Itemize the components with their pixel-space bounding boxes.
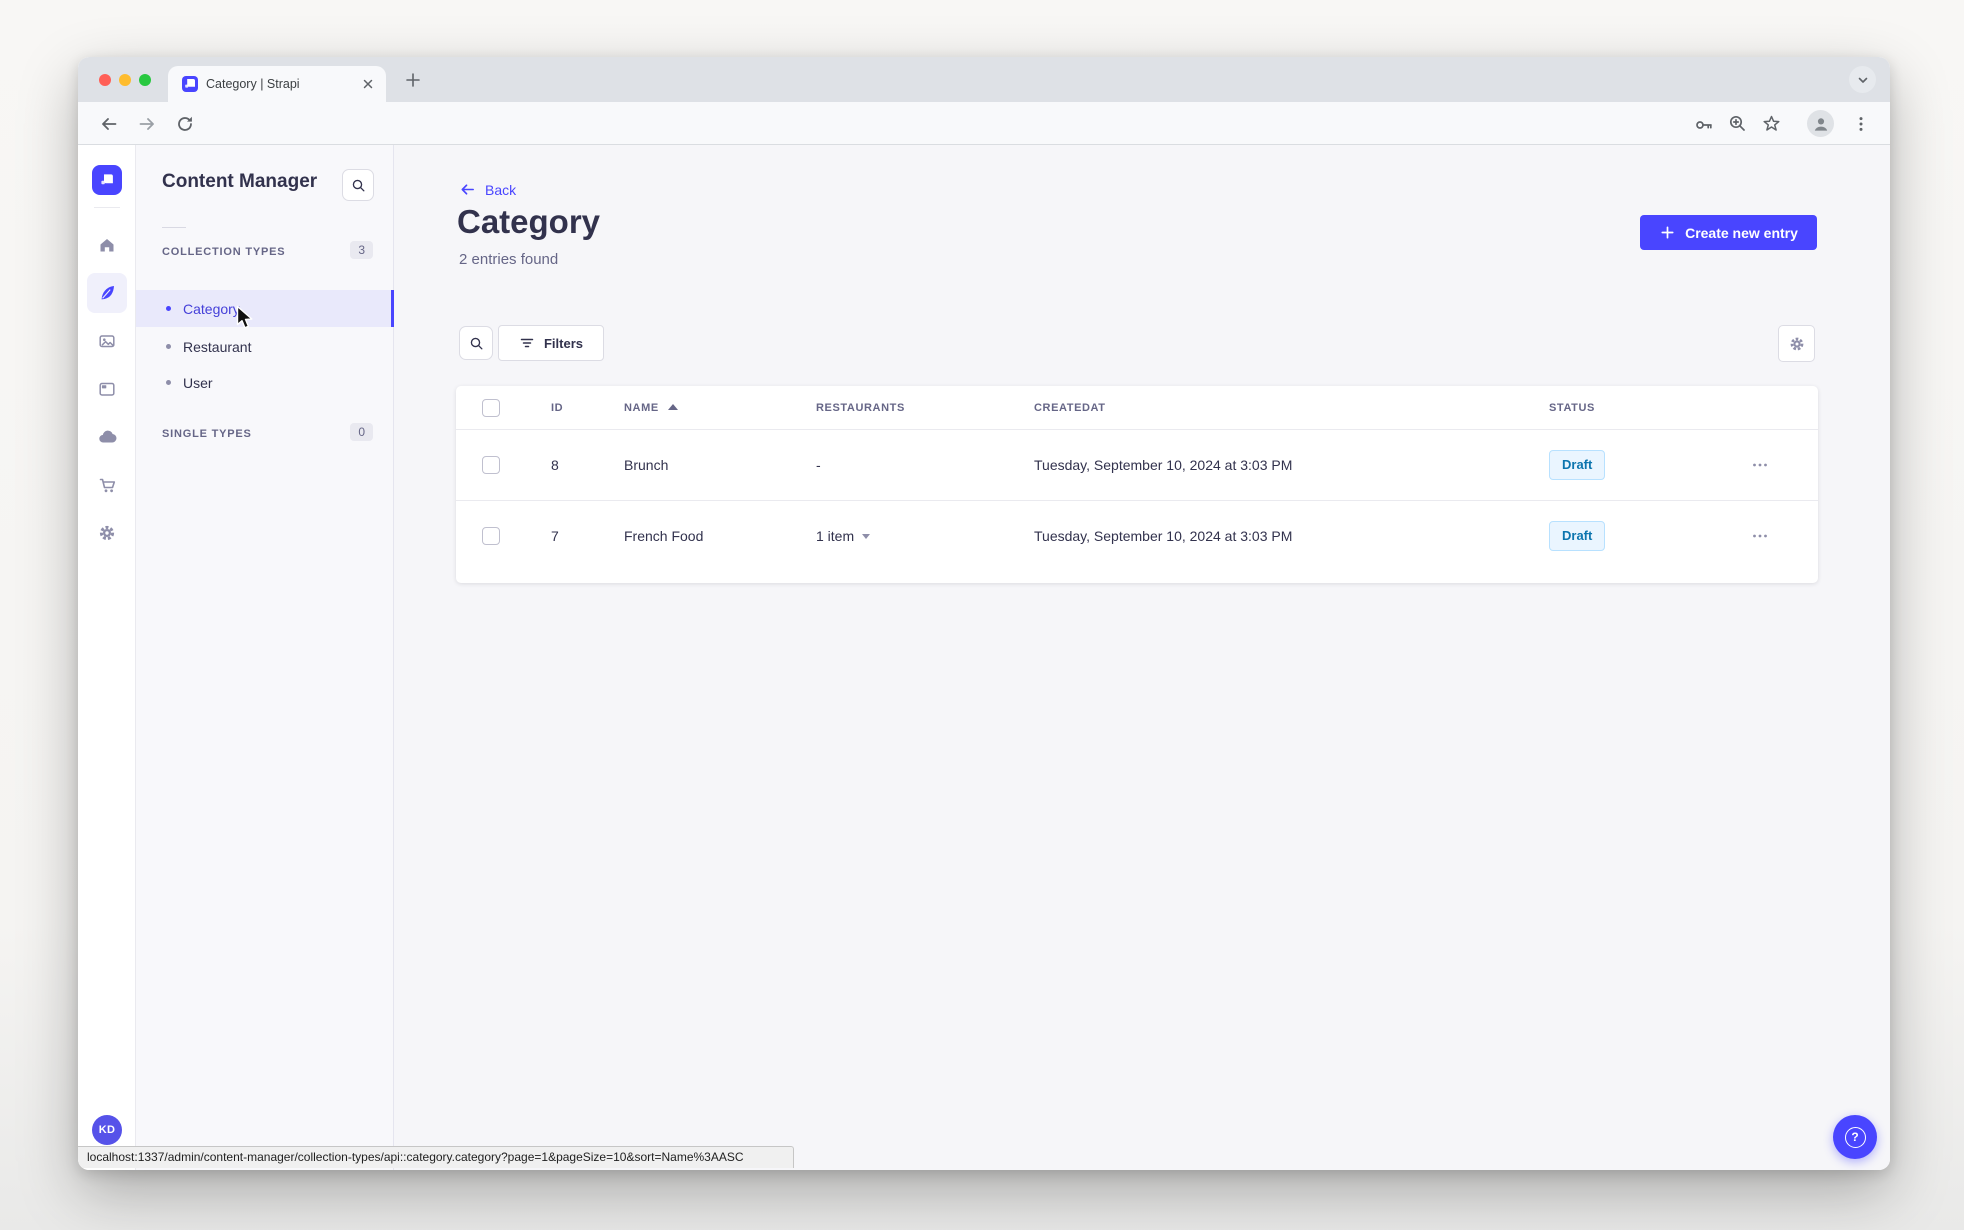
browser-window: Category | Strapi localhost:1337/admin/c (78, 57, 1890, 1170)
cell-id: 8 (551, 457, 559, 473)
cell-name: Brunch (624, 457, 669, 473)
home-icon[interactable] (87, 225, 127, 265)
zoom-icon[interactable] (1725, 111, 1750, 136)
column-header-restaurants: RESTAURANTS (816, 402, 905, 414)
column-header-id[interactable]: ID (551, 386, 563, 430)
cell-createdat: Tuesday, September 10, 2024 at 3:03 PM (1034, 457, 1293, 473)
entries-count: 2 entries found (459, 251, 559, 268)
cell-restaurants-dropdown[interactable]: 1 item (816, 501, 871, 571)
main-content: Back Category 2 entries found Create new… (394, 145, 1890, 1170)
filters-button-label: Filters (543, 335, 583, 351)
content-type-builder-icon[interactable] (87, 369, 127, 409)
back-label: Back (485, 181, 517, 198)
view-settings-button[interactable] (1778, 325, 1815, 362)
status-badge: Draft (1549, 521, 1606, 551)
strapi-app: KD Content Manager COLLECTION TYPES 3 Ca… (78, 145, 1890, 1170)
bullet-icon (166, 344, 171, 349)
sidebar-item-label: User (183, 374, 213, 391)
fullscreen-window-button[interactable] (139, 74, 151, 86)
user-avatar[interactable]: KD (92, 1115, 122, 1145)
tab-close-icon[interactable] (360, 76, 376, 92)
subnav-search-button[interactable] (342, 169, 374, 201)
status-badge: Draft (1549, 450, 1606, 480)
close-window-button[interactable] (99, 74, 111, 86)
status-bar-url: localhost:1337/admin/content-manager/col… (78, 1146, 794, 1168)
subnav-title: Content Manager (162, 171, 318, 192)
cell-restaurants: - (816, 457, 821, 473)
new-tab-button[interactable] (402, 69, 424, 91)
row-checkbox[interactable] (482, 527, 500, 545)
filters-button[interactable]: Filters (498, 325, 604, 361)
content-manager-subnav: Content Manager COLLECTION TYPES 3 Categ… (136, 145, 394, 1170)
back-icon[interactable] (96, 111, 121, 136)
column-header-createdat: CREATEDAT (1034, 402, 1106, 414)
bullet-icon (166, 380, 171, 385)
row-actions-menu[interactable] (1740, 430, 1780, 500)
minimize-window-button[interactable] (119, 74, 131, 86)
select-all-checkbox[interactable] (482, 399, 500, 417)
back-link[interactable]: Back (459, 181, 516, 198)
tab-strip: Category | Strapi (78, 57, 1890, 102)
cell-id: 7 (551, 528, 559, 544)
collection-types-label: COLLECTION TYPES (162, 246, 286, 258)
table-row[interactable]: 8 Brunch - Tuesday, September 10, 2024 a… (456, 430, 1818, 500)
strapi-logo[interactable] (92, 165, 122, 195)
browser-menu-icon[interactable] (1848, 111, 1873, 136)
sidebar-item-user[interactable]: User (136, 364, 394, 401)
media-library-icon[interactable] (87, 321, 127, 361)
entries-table: ID NAME RESTAURANTS CREATEDAT STATUS 8 B… (456, 386, 1818, 583)
row-checkbox[interactable] (482, 456, 500, 474)
sidebar-item-label: Restaurant (183, 338, 252, 355)
page-title: Category (457, 203, 601, 240)
create-button-label: Create new entry (1685, 224, 1798, 241)
marketplace-cart-icon[interactable] (87, 465, 127, 505)
password-key-icon[interactable] (1691, 111, 1716, 136)
cell-createdat: Tuesday, September 10, 2024 at 3:03 PM (1034, 528, 1293, 544)
forward-icon[interactable] (134, 111, 159, 136)
help-button[interactable]: ? (1833, 1115, 1877, 1159)
mouse-cursor (236, 305, 255, 331)
bullet-icon (166, 306, 171, 311)
question-mark-icon: ? (1844, 1126, 1866, 1148)
content-manager-icon[interactable] (87, 273, 127, 313)
browser-toolbar: localhost:1337/admin/content-manager/col… (78, 102, 1890, 184)
column-header-status: STATUS (1549, 402, 1595, 414)
cell-name: French Food (624, 528, 704, 544)
tab-search-button[interactable] (1849, 66, 1876, 93)
sidebar-item-label: Category (183, 300, 240, 317)
reload-icon[interactable] (172, 111, 197, 136)
chevron-down-icon (862, 534, 871, 539)
sidebar-item-category[interactable]: Category (136, 290, 394, 327)
column-header-name[interactable]: NAME (624, 386, 678, 430)
tab-title: Category | Strapi (206, 77, 300, 91)
browser-profile-icon[interactable] (1807, 110, 1834, 137)
sort-ascending-icon (667, 404, 678, 410)
single-types-count-badge: 0 (350, 423, 373, 441)
settings-gear-icon[interactable] (87, 513, 127, 553)
nav-rail: KD (78, 145, 136, 1170)
create-new-entry-button[interactable]: Create new entry (1640, 215, 1817, 250)
collection-types-count-badge: 3 (350, 241, 373, 259)
sidebar-item-restaurant[interactable]: Restaurant (136, 328, 394, 365)
strapi-favicon (182, 76, 198, 92)
browser-tab[interactable]: Category | Strapi (168, 66, 386, 102)
single-types-label: SINGLE TYPES (162, 428, 252, 440)
table-row[interactable]: 7 French Food 1 item Tuesday, September … (456, 500, 1818, 570)
subnav-divider (162, 227, 186, 228)
rail-divider (94, 207, 120, 208)
bookmark-star-icon[interactable] (1759, 111, 1784, 136)
row-actions-menu[interactable] (1740, 501, 1780, 571)
cloud-icon[interactable] (87, 417, 127, 457)
search-entries-button[interactable] (459, 326, 493, 360)
table-header-row: ID NAME RESTAURANTS CREATEDAT STATUS (456, 386, 1818, 430)
